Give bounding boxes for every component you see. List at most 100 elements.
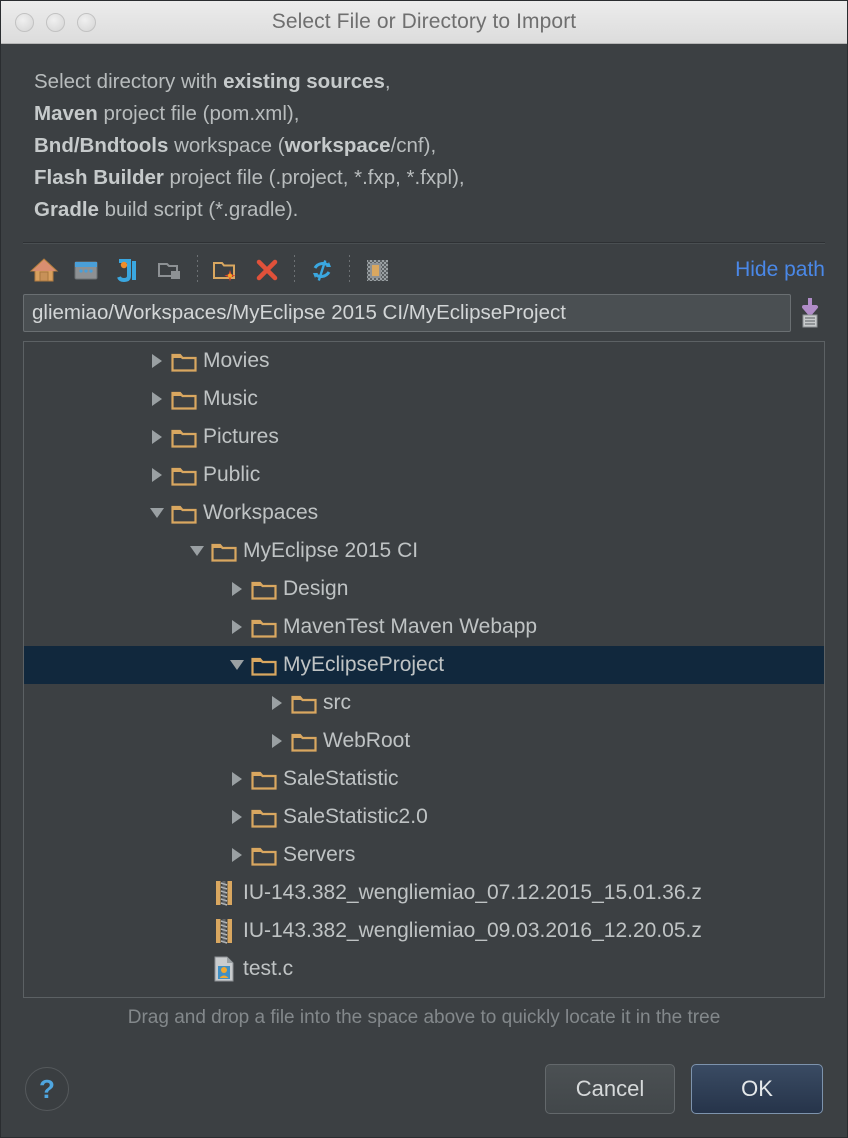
tree-row[interactable]: Design (24, 570, 824, 608)
chevron-right-icon[interactable] (144, 468, 170, 482)
description-segment: workspace (284, 134, 391, 157)
home-icon[interactable] (23, 249, 65, 291)
chevron-right-icon[interactable] (224, 582, 250, 596)
history-dropdown-icon[interactable] (795, 294, 825, 332)
folder-icon (250, 767, 278, 791)
module-directory-icon[interactable] (149, 249, 191, 291)
dialog-description: Select directory with existing sources, M… (1, 44, 847, 234)
tree-row-label: IU-143.382_wengliemiao_07.12.2015_15.01.… (243, 881, 702, 904)
tree-row[interactable]: Pictures (24, 418, 824, 456)
show-hidden-files-icon[interactable] (356, 249, 398, 291)
directory-tree[interactable]: Movies Music Pictures Public Workspaces MyEcl… (23, 341, 825, 998)
tree-row-label: Servers (283, 843, 356, 866)
close-button[interactable] (15, 12, 34, 32)
tree-row[interactable]: Music (24, 380, 824, 418)
description-segment: project file (.project, *.fxp, *.fxpl), (163, 166, 465, 189)
chevron-right-icon[interactable] (264, 696, 290, 710)
desktop-icon[interactable] (65, 249, 107, 291)
tree-row[interactable]: SaleStatistic (24, 760, 824, 798)
new-folder-icon[interactable] (204, 249, 246, 291)
tree-row-label: src (323, 691, 351, 714)
import-dialog-window: Select File or Directory to Import Selec… (0, 0, 848, 1138)
folder-icon (250, 843, 278, 867)
tree-row[interactable]: Movies (24, 342, 824, 380)
tree-row[interactable]: Public (24, 456, 824, 494)
tree-row[interactable]: Workspaces (24, 494, 824, 532)
intellij-project-icon[interactable] (107, 249, 149, 291)
folder-icon (290, 691, 318, 715)
chevron-right-icon[interactable] (144, 430, 170, 444)
help-button[interactable]: ? (25, 1067, 69, 1111)
tree-row-label: test.c (243, 957, 294, 980)
folder-icon (170, 425, 198, 449)
chevron-right-icon[interactable] (224, 810, 250, 824)
toolbar-group-hidden (356, 249, 398, 291)
tree-row[interactable]: MyEclipseProject (24, 646, 824, 684)
description-segment: /cnf), (390, 134, 437, 157)
chevron-down-icon[interactable] (224, 660, 250, 670)
zoom-button[interactable] (77, 12, 96, 32)
toolbar-group-navigation (23, 249, 191, 291)
tree-row-label: Music (203, 387, 258, 410)
description-segment: Bnd/Bndtools (34, 134, 169, 157)
description-segment: , (384, 70, 391, 93)
description-segment: Maven (34, 102, 98, 125)
refresh-icon[interactable] (301, 249, 343, 291)
tree-row[interactable] (24, 988, 824, 997)
toolbar-separator (294, 255, 295, 285)
tree-row[interactable]: MyEclipse 2015 CI (24, 532, 824, 570)
toolbar-separator (197, 255, 198, 285)
tree-row[interactable]: MavenTest Maven Webapp (24, 608, 824, 646)
folder-icon (210, 539, 238, 563)
tree-row[interactable]: test.c (24, 950, 824, 988)
tree-row[interactable]: IU-143.382_wengliemiao_07.12.2015_15.01.… (24, 874, 824, 912)
tree-row-label: Design (283, 577, 349, 600)
chevron-right-icon[interactable] (224, 772, 250, 786)
cancel-button[interactable]: Cancel (545, 1064, 675, 1114)
tree-row-label: MavenTest Maven Webapp (283, 615, 538, 638)
description-segment: Gradle (34, 198, 99, 221)
tree-row-label: MyEclipse 2015 CI (243, 539, 419, 562)
tree-row[interactable]: src (24, 684, 824, 722)
folder-icon (250, 653, 278, 677)
hide-path-link[interactable]: Hide path (735, 258, 825, 282)
title-bar: Select File or Directory to Import (1, 1, 847, 44)
chevron-down-icon[interactable] (144, 508, 170, 518)
chevron-right-icon[interactable] (144, 392, 170, 406)
tree-row-label: Movies (203, 349, 270, 372)
folder-icon (250, 577, 278, 601)
window-title: Select File or Directory to Import (271, 10, 577, 33)
chevron-right-icon[interactable] (264, 734, 290, 748)
tree-row-label: Public (203, 463, 261, 486)
folder-icon (250, 615, 278, 639)
c-file-icon (210, 956, 238, 982)
tree-row-label: SaleStatistic (283, 767, 399, 790)
tree-row[interactable]: SaleStatistic2.0 (24, 798, 824, 836)
folder-icon (250, 805, 278, 829)
folder-icon (170, 387, 198, 411)
zip-file-icon (210, 881, 238, 906)
chevron-right-icon[interactable] (224, 620, 250, 634)
ok-button[interactable]: OK (691, 1064, 823, 1114)
tree-row-label: MyEclipseProject (283, 653, 445, 676)
description-segment: workspace ( (168, 134, 285, 157)
tree-row-label: Pictures (203, 425, 279, 448)
folder-icon (170, 995, 198, 997)
folder-icon (290, 729, 318, 753)
tree-row[interactable]: IU-143.382_wengliemiao_09.03.2016_12.20.… (24, 912, 824, 950)
tree-row[interactable]: Servers (24, 836, 824, 874)
description-segment: Flash Builder (34, 166, 164, 189)
description-segment: existing sources (223, 70, 385, 93)
chevron-down-icon[interactable] (184, 546, 210, 556)
folder-icon (170, 463, 198, 487)
path-row (1, 294, 847, 332)
delete-icon[interactable] (246, 249, 288, 291)
chevron-right-icon[interactable] (144, 354, 170, 368)
minimize-button[interactable] (46, 12, 65, 32)
tree-row-label: WebRoot (323, 729, 411, 752)
zip-file-icon (210, 919, 238, 944)
path-input[interactable] (23, 294, 791, 332)
tree-row[interactable]: WebRoot (24, 722, 824, 760)
tree-row-label: SaleStatistic2.0 (283, 805, 428, 828)
chevron-right-icon[interactable] (224, 848, 250, 862)
